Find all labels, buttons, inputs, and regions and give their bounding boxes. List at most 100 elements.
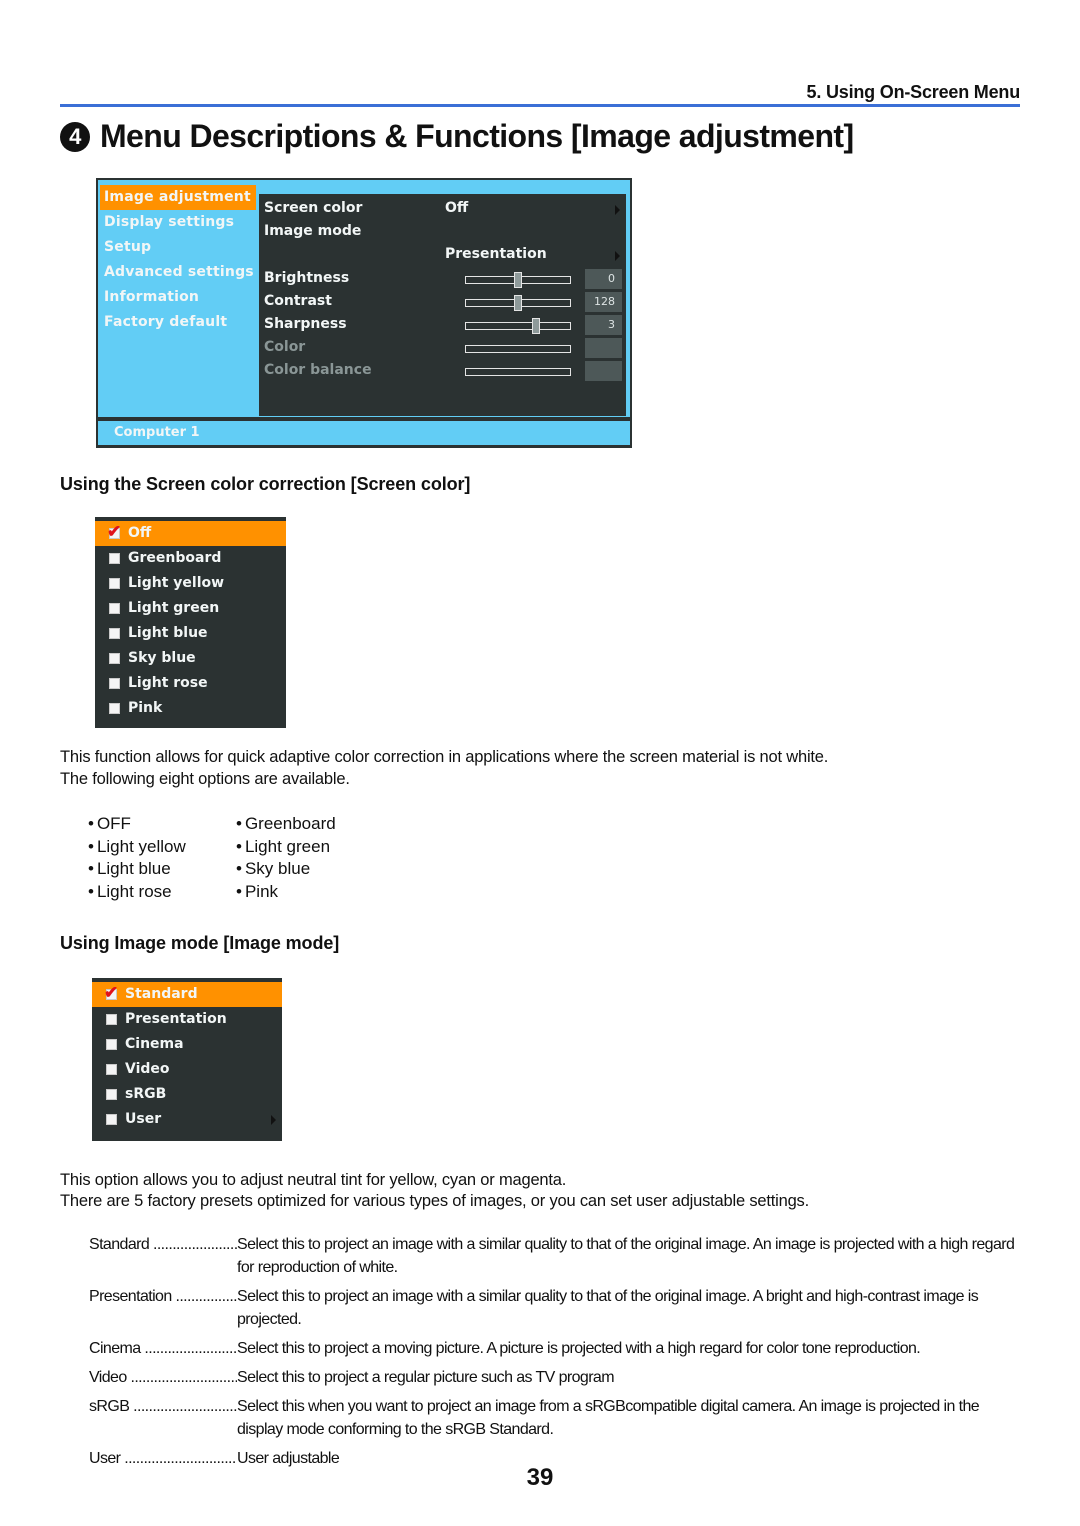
mode-definition-row: Video Select this to project a regular p… — [89, 1366, 1021, 1389]
sharpness-label: Sharpness — [264, 316, 347, 332]
option-label: Standard — [125, 986, 198, 1002]
screen-color-description: This function allows for quick adaptive … — [60, 748, 829, 766]
image-mode-description-2: There are 5 factory presets optimized fo… — [60, 1192, 809, 1210]
option-presentation[interactable]: Presentation — [92, 1007, 282, 1032]
section-number-badge: 4 — [60, 121, 90, 152]
option-srgb[interactable]: sRGB — [92, 1082, 282, 1107]
brightness-value: 0 — [585, 269, 622, 289]
screen-color-description-2: The following eight options are availabl… — [60, 770, 350, 788]
image-mode-heading: Using Image mode [Image mode] — [60, 933, 340, 953]
mode-name: Standard — [89, 1233, 237, 1279]
option-label: Presentation — [125, 1011, 227, 1027]
option-light-yellow[interactable]: Light yellow — [95, 571, 286, 596]
image-mode-options: ✔ Standard Presentation Cinema Video sRGB User — [92, 982, 282, 1132]
contrast-slider-knob[interactable] — [514, 295, 522, 311]
screen-color-value: Off — [445, 200, 469, 216]
contrast-label: Contrast — [264, 293, 332, 309]
mode-definition-row: Presentation Select this to project an i… — [89, 1285, 1021, 1331]
bullet-item: Greenboard — [236, 813, 396, 836]
option-video[interactable]: Video — [92, 1057, 282, 1082]
osd-menu-item-factory-default[interactable]: Factory default — [100, 310, 256, 335]
option-label: Pink — [128, 700, 163, 716]
checkbox-icon — [106, 1064, 117, 1075]
option-label: Greenboard — [128, 550, 222, 566]
sharpness-slider-knob[interactable] — [531, 318, 540, 334]
option-label: Light rose — [128, 675, 208, 691]
color-value — [585, 338, 622, 358]
osd-row-contrast[interactable]: Contrast 128 — [259, 291, 626, 314]
osd-row-screen-color[interactable]: Screen color Off — [259, 198, 626, 221]
page-number: 39 — [526, 1464, 554, 1491]
bullet-item: Light rose — [88, 881, 236, 904]
osd-row-brightness[interactable]: Brightness 0 — [259, 268, 626, 291]
mode-name: Presentation — [89, 1285, 237, 1331]
osd-frame: Image adjustment Display settings Setup … — [98, 180, 630, 417]
submenu-arrow-icon — [615, 205, 620, 215]
osd-row-sharpness[interactable]: Sharpness 3 — [259, 314, 626, 337]
option-light-blue[interactable]: Light blue — [95, 621, 286, 646]
header-rule — [60, 104, 1020, 107]
image-mode-submenu: ✔ Standard Presentation Cinema Video sRGB User — [92, 978, 282, 1141]
option-label: Light green — [128, 600, 220, 616]
osd-menu-item-display-settings[interactable]: Display settings — [100, 210, 256, 235]
bullet-item: Pink — [236, 881, 396, 904]
osd-settings-panel: Screen color Off Image mode Presentation… — [259, 194, 626, 416]
checkbox-icon — [106, 1114, 117, 1125]
option-cinema[interactable]: Cinema — [92, 1032, 282, 1057]
page-title-text: Menu Descriptions & Functions [Image adj… — [100, 118, 854, 154]
mode-name: Cinema — [89, 1337, 237, 1360]
sharpness-value: 3 — [585, 315, 622, 335]
image-mode-value: Presentation — [445, 246, 547, 262]
screen-color-bullet-list: OFF Greenboard Light yellow Light green … — [88, 813, 396, 903]
osd-menu-item-setup[interactable]: Setup — [100, 235, 256, 260]
option-light-rose[interactable]: Light rose — [95, 671, 286, 696]
option-label: Off — [128, 525, 152, 541]
option-greenboard[interactable]: Greenboard — [95, 546, 286, 571]
checkbox-icon — [109, 678, 120, 689]
bullet-item: OFF — [88, 813, 236, 836]
page-title: 4 Menu Descriptions & Functions [Image a… — [60, 118, 854, 155]
osd-row-color-balance: Color balance — [259, 360, 626, 383]
mode-desc: Select this to project a moving picture.… — [237, 1340, 921, 1357]
screen-color-label: Screen color — [264, 200, 363, 216]
osd-row-image-mode[interactable]: Image mode — [259, 221, 626, 244]
screen-color-options: ✔ Off Greenboard Light yellow Light green Lig… — [95, 521, 286, 721]
checkbox-icon — [106, 1089, 117, 1100]
option-pink[interactable]: Pink — [95, 696, 286, 721]
checkbox-icon — [109, 578, 120, 589]
osd-menu-item-information[interactable]: Information — [100, 285, 256, 310]
option-off[interactable]: ✔ Off — [95, 521, 286, 546]
option-label: Cinema — [125, 1036, 184, 1052]
sharpness-slider[interactable] — [465, 318, 571, 334]
brightness-slider[interactable] — [465, 272, 571, 288]
option-light-green[interactable]: Light green — [95, 596, 286, 621]
osd-row-color: Color — [259, 337, 626, 360]
option-label: Video — [125, 1061, 170, 1077]
osd-status-bar: Computer 1 — [98, 420, 630, 445]
osd-menu-item-image-adjustment[interactable]: Image adjustment — [100, 185, 256, 210]
color-balance-value — [585, 361, 622, 381]
checkbox-icon — [106, 1039, 117, 1050]
checkbox-icon — [109, 653, 120, 664]
option-standard[interactable]: ✔ Standard — [92, 982, 282, 1007]
mode-definition-row: sRGB Select this when you want to projec… — [89, 1395, 1021, 1441]
input-source-label: Computer 1 — [114, 425, 200, 440]
image-mode-label: Image mode — [264, 223, 362, 239]
image-mode-description: This option allows you to adjust neutral… — [60, 1171, 567, 1189]
image-mode-definitions: Standard Select this to project an image… — [89, 1233, 1021, 1476]
mode-desc: Select this to project an image with a s… — [237, 1288, 979, 1328]
checkbox-icon — [106, 1014, 117, 1025]
mode-desc: Select this when you want to project an … — [237, 1398, 980, 1438]
option-user[interactable]: User — [92, 1107, 282, 1132]
osd-menu-item-advanced-settings[interactable]: Advanced settings — [100, 260, 256, 285]
color-balance-label: Color balance — [264, 362, 372, 378]
mode-desc: Select this to project an image with a s… — [237, 1236, 1015, 1276]
option-sky-blue[interactable]: Sky blue — [95, 646, 286, 671]
mode-definition-row: Standard Select this to project an image… — [89, 1233, 1021, 1279]
option-label: sRGB — [125, 1086, 167, 1102]
osd-row-image-mode-value[interactable]: Presentation — [259, 244, 626, 267]
contrast-slider[interactable] — [465, 295, 571, 311]
option-label: Light yellow — [128, 575, 225, 591]
brightness-slider-knob[interactable] — [514, 272, 522, 288]
checkbox-icon — [109, 553, 120, 564]
